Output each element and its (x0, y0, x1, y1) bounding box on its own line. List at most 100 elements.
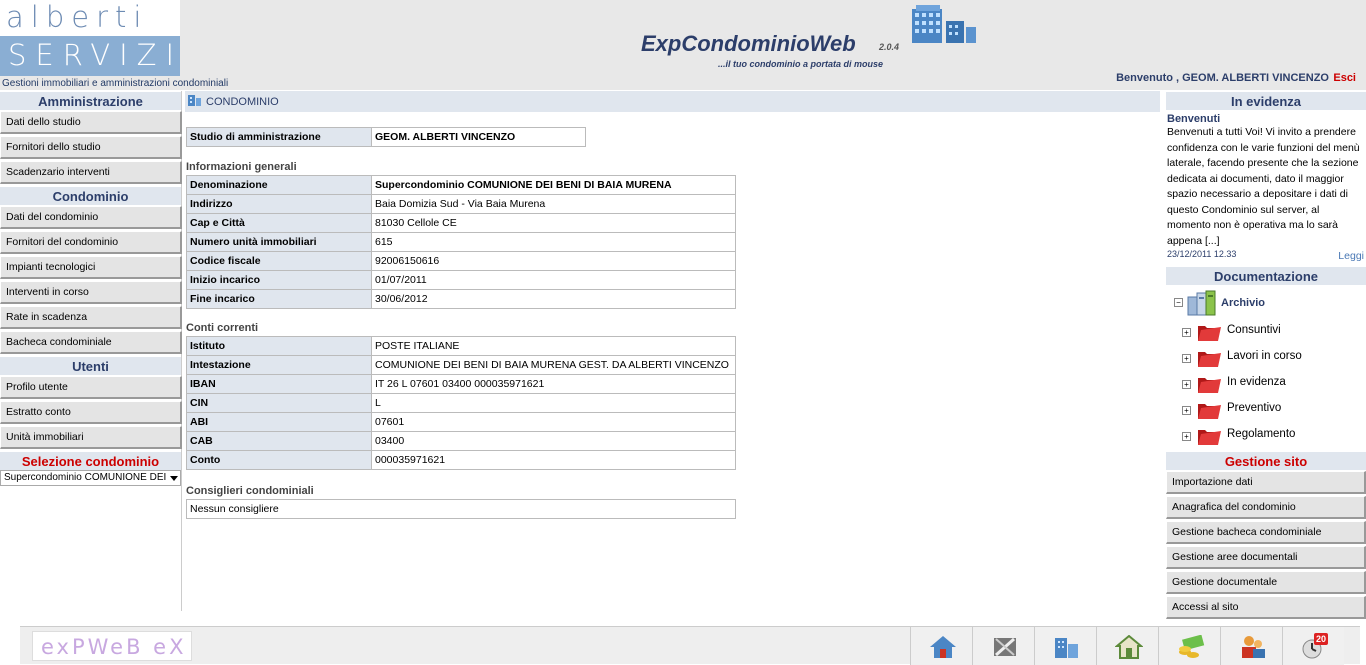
folder-item[interactable]: + Preventivo (1166, 397, 1366, 423)
main-section-title: CONDOMINIO (206, 96, 279, 108)
expand-icon[interactable]: + (1182, 380, 1191, 389)
consiglieri-title: Consiglieri condominiali (186, 485, 314, 497)
expand-icon[interactable]: + (1182, 354, 1191, 363)
menu-dati-studio[interactable]: Dati dello studio (0, 111, 182, 134)
conto-row: CAB 03400 (186, 431, 736, 451)
logo-alberti: alberti (0, 0, 180, 36)
buildings-icon (912, 5, 976, 43)
right-sidebar: In evidenza Benvenuti Benvenuti a tutti … (1166, 91, 1366, 619)
folder-list: + Consuntivi + Lavori in corso + In evidenza +… (1166, 319, 1366, 449)
info-label: Cap e Città (186, 213, 372, 233)
gestione-item[interactable]: Gestione aree documentali (1166, 546, 1366, 569)
collapse-icon[interactable]: − (1174, 298, 1183, 307)
condominio-select[interactable]: Supercondominio COMUNIONE DEI BENI DI BA… (0, 470, 181, 486)
tagline: Gestioni immobiliari e amministrazioni c… (2, 78, 229, 89)
studio-label: Studio di amministrazione (186, 127, 372, 147)
buildings-icon (1055, 638, 1078, 658)
info-title: Informazioni generali (186, 161, 297, 173)
folder-item[interactable]: + Regolamento (1166, 423, 1366, 449)
house-button[interactable] (1096, 627, 1158, 665)
money-button[interactable] (1158, 627, 1220, 665)
folder-item[interactable]: + Consuntivi (1166, 319, 1366, 345)
gestione-item[interactable]: Gestione bacheca condominiale (1166, 521, 1366, 544)
left-sidebar: Amministrazione Dati dello studio Fornit… (0, 91, 182, 611)
expand-icon[interactable]: + (1182, 432, 1191, 441)
condominio-icon (188, 95, 201, 106)
conto-label: CAB (186, 431, 372, 451)
conto-value: L (371, 393, 736, 413)
menu-unita[interactable]: Unità immobiliari (0, 426, 182, 449)
news-body: Benvenuti a tutti Voi! Vi invito a prend… (1167, 126, 1360, 247)
info-label: Codice fiscale (186, 251, 372, 271)
archive-label: Archivio (1221, 297, 1266, 309)
home-button[interactable] (910, 627, 972, 665)
folder-icon (1198, 404, 1221, 419)
menu-fornitori-condominio[interactable]: Fornitori del condominio (0, 231, 182, 254)
read-more-link[interactable]: Leggi (1338, 250, 1364, 262)
info-row: Fine incarico 30/06/2012 (186, 289, 736, 309)
info-row: Indirizzo Baia Domizia Sud - Via Baia Mur… (186, 194, 736, 214)
folder-item[interactable]: + In evidenza (1166, 371, 1366, 397)
main-section-header: CONDOMINIO (185, 91, 1160, 112)
folder-icon (1198, 430, 1221, 445)
expand-icon[interactable]: + (1182, 328, 1191, 337)
info-value: 30/06/2012 (371, 289, 736, 309)
gestione-item[interactable]: Importazione dati (1166, 471, 1366, 494)
menu-scadenzario[interactable]: Scadenzario interventi (0, 161, 182, 184)
users-icon (1242, 636, 1265, 658)
menu-impianti[interactable]: Impianti tecnologici (0, 256, 182, 279)
menu-estratto-conto[interactable]: Estratto conto (0, 401, 182, 424)
info-row: Numero unità immobiliari 615 (186, 232, 736, 252)
expand-icon[interactable]: + (1182, 406, 1191, 415)
home-icon (930, 636, 956, 658)
gestione-list: Importazione dati Anagrafica del condomin… (1166, 471, 1366, 619)
app-title: ExpCondominioWeb (641, 31, 856, 56)
info-label: Inizio incarico (186, 270, 372, 290)
section-gestione-sito: Gestione sito (1166, 451, 1366, 470)
conto-value: 07601 (371, 412, 736, 432)
menu-dati-condominio[interactable]: Dati del condominio (0, 206, 182, 229)
conto-value: 03400 (371, 431, 736, 451)
info-row: Denominazione Supercondominio COMUNIONE D… (186, 175, 736, 195)
menu-profilo[interactable]: Profilo utente (0, 376, 182, 399)
header: alberti SERVIZI Gestioni immobiliari e a… (0, 0, 1366, 90)
tools-button[interactable] (972, 627, 1034, 665)
section-amministrazione: Amministrazione (0, 91, 181, 110)
conto-row: Intestazione COMUNIONE DEI BENI DI BAIA M… (186, 355, 736, 375)
section-utenti: Utenti (0, 356, 181, 375)
calendar-badge: 20 (1314, 633, 1329, 645)
calendar-button[interactable]: 20 (1282, 627, 1344, 665)
welcome-text: Benvenuto , GEOM. ALBERTI VINCENZO (1116, 72, 1329, 84)
menu-fornitori-studio[interactable]: Fornitori dello studio (0, 136, 182, 159)
conto-label: Istituto (186, 336, 372, 356)
info-row: Cap e Città 81030 Cellole CE (186, 213, 736, 233)
consiglieri-value: Nessun consigliere (186, 499, 736, 519)
conto-value: 000035971621 (371, 450, 736, 470)
conto-row: IBAN IT 26 L 07601 03400 000035971621 (186, 374, 736, 394)
news-title: Benvenuti (1167, 113, 1221, 125)
house-icon (1115, 635, 1143, 659)
folder-icon (1198, 326, 1221, 341)
buildings-button[interactable] (1034, 627, 1096, 665)
conto-row: ABI 07601 (186, 412, 736, 432)
gestione-item[interactable]: Anagrafica del condominio (1166, 496, 1366, 519)
users-button[interactable] (1220, 627, 1282, 665)
gestione-item[interactable]: Gestione documentale (1166, 571, 1366, 594)
tree-archivio[interactable]: − Archivio (1166, 287, 1366, 319)
info-value: 01/07/2011 (371, 270, 736, 290)
info-value: 615 (371, 232, 736, 252)
menu-bacheca[interactable]: Bacheca condominiale (0, 331, 182, 354)
folder-item[interactable]: + Lavori in corso (1166, 345, 1366, 371)
folder-label: Lavori in corso (1227, 350, 1302, 362)
footer-logo: exPWeB eX (32, 631, 192, 661)
folder-label: In evidenza (1227, 376, 1286, 388)
section-documentazione: Documentazione (1166, 266, 1366, 285)
logout-link[interactable]: Esci (1333, 72, 1356, 84)
menu-interventi[interactable]: Interventi in corso (0, 281, 182, 304)
news-date: 23/12/2011 12.33 Leggi (1166, 249, 1366, 262)
info-value: 92006150616 (371, 251, 736, 271)
menu-rate[interactable]: Rate in scadenza (0, 306, 182, 329)
info-label: Indirizzo (186, 194, 372, 214)
info-value: Baia Domizia Sud - Via Baia Murena (371, 194, 736, 214)
gestione-item[interactable]: Accessi al sito (1166, 596, 1366, 619)
